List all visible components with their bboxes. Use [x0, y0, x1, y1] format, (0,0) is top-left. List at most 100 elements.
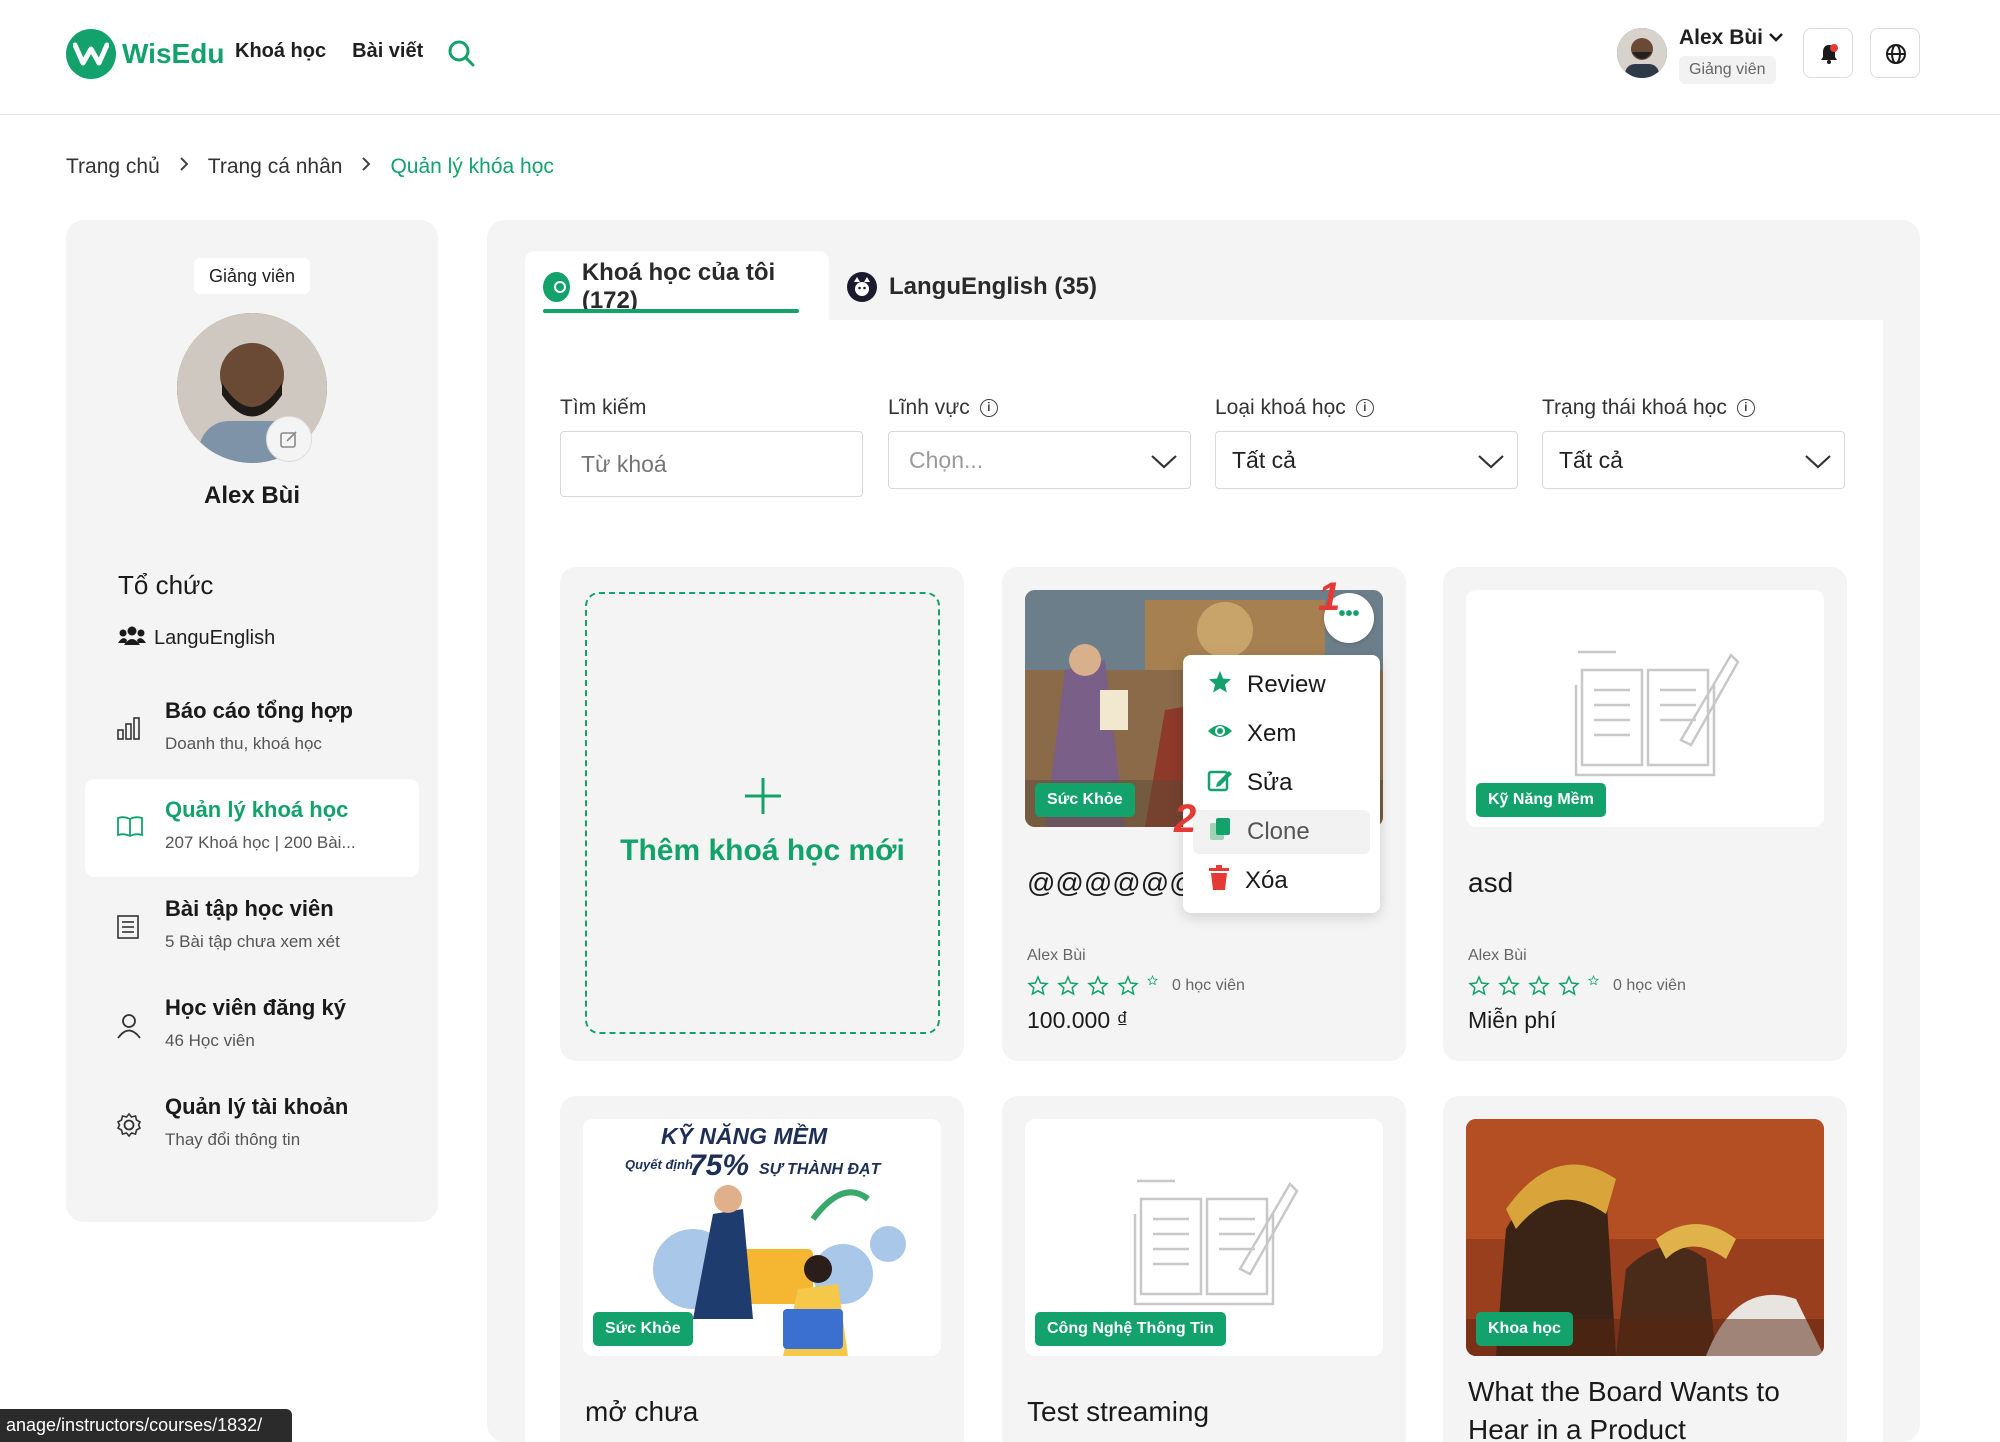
info-icon[interactable]: i — [1736, 399, 1755, 417]
menu-item-clone[interactable]: Clone — [1193, 810, 1370, 854]
sidebar-item-reports[interactable]: Báo cáo tổng hợp Doanh thu, khoá học — [85, 680, 419, 778]
organization-heading: Tổ chức — [118, 570, 214, 600]
edit-avatar-button[interactable] — [266, 416, 312, 462]
nav-articles[interactable]: Bài viết — [352, 40, 423, 63]
course-card[interactable]: Sức Khỏe ••• 1 @@@@@@ Alex Bùi 0 học viê… — [1002, 567, 1406, 1061]
notification-button[interactable] — [1803, 28, 1853, 78]
info-icon[interactable]: i — [1355, 399, 1374, 417]
user-avatar — [1617, 28, 1667, 78]
course-thumbnail: Khoa học — [1466, 1119, 1824, 1356]
course-type-value: Tất cả — [1232, 447, 1296, 473]
user-role-badge: Giảng viên — [1679, 56, 1776, 84]
organization-logo-icon — [847, 272, 877, 302]
course-price: Miễn phí — [1468, 1007, 1557, 1033]
search-icon[interactable] — [446, 38, 476, 73]
menu-item-view[interactable]: Xem — [1193, 712, 1370, 756]
field-select[interactable]: Chọn... — [888, 431, 1191, 489]
chevron-down-icon — [1478, 455, 1504, 469]
user-name: Alex Bùi — [1679, 26, 1764, 49]
profile-sidebar: Giảng viên Alex Bùi Tổ chức LanguEnglish… — [66, 220, 438, 1222]
menu-item-edit[interactable]: Sửa — [1193, 761, 1370, 805]
info-icon[interactable]: i — [979, 399, 998, 417]
document-icon — [116, 914, 140, 945]
tab-languenglish[interactable]: LanguEnglish (35) — [829, 251, 1115, 323]
profile-name: Alex Bùi — [203, 482, 301, 509]
course-card[interactable]: KỸ NĂNG MỀM Quyết định 75% SỰ THÀNH ĐẠT … — [560, 1096, 964, 1442]
annotation-marker: 1 — [1318, 575, 1341, 619]
tab-my-courses[interactable]: Khoá học của tôi (172) — [525, 251, 829, 323]
sidebar-item-assignments[interactable]: Bài tập học viên 5 Bài tập chưa xem xét — [85, 878, 419, 976]
edit-icon — [1207, 767, 1233, 800]
add-course-dropzone[interactable]: Thêm khoá học mới — [585, 592, 940, 1034]
nav-courses[interactable]: Khoá học — [235, 40, 326, 63]
course-status-select[interactable]: Tất cả — [1542, 431, 1845, 489]
course-title[interactable]: mở chưa — [585, 1396, 698, 1428]
course-card[interactable]: Khoa học What the Board Wants to Hear in… — [1443, 1096, 1847, 1442]
menu-item-review[interactable]: Review — [1193, 663, 1370, 707]
menu-subtitle: 46 Học viên — [165, 1031, 255, 1050]
course-status-value: Tất cả — [1559, 447, 1623, 473]
menu-subtitle: Doanh thu, khoá học — [165, 734, 322, 753]
search-label: Tìm kiếm — [560, 396, 646, 420]
organization-name: LanguEnglish — [154, 626, 276, 649]
eye-icon — [1207, 720, 1233, 748]
main-nav: Khoá học Bài viết — [235, 40, 423, 63]
menu-title: Học viên đăng ký — [165, 995, 346, 1020]
course-type-label-text: Loại khoá học — [1215, 396, 1346, 419]
star-icon — [1207, 669, 1233, 702]
top-header: WisEdu Khoá học Bài viết Alex Bùi Giảng … — [0, 0, 2000, 115]
organization-item[interactable]: LanguEnglish — [118, 625, 275, 651]
course-tabs: Khoá học của tôi (172) LanguEnglish (35) — [525, 251, 1883, 323]
logo[interactable]: WisEdu — [66, 29, 224, 79]
field-label-text: Lĩnh vực — [888, 396, 970, 419]
course-card[interactable]: Công Nghệ Thông Tin Test streaming — [1002, 1096, 1406, 1442]
menu-item-delete[interactable]: Xóa — [1193, 859, 1370, 903]
course-title[interactable]: @@@@@@ — [1027, 867, 1198, 899]
logo-icon — [66, 29, 116, 79]
bar-chart-icon — [116, 716, 142, 745]
user-icon — [116, 1013, 142, 1044]
course-rating: 0 học viên — [1468, 975, 1686, 997]
category-tag: Kỹ Năng Mềm — [1476, 783, 1606, 817]
course-actions-menu: Review Xem Sửa Clone Xóa — [1183, 655, 1380, 913]
logo-text: WisEdu — [122, 38, 225, 69]
menu-item-label: Review — [1247, 671, 1326, 698]
sidebar-item-students[interactable]: Học viên đăng ký 46 Học viên — [85, 977, 419, 1075]
star-rating-icon — [1468, 975, 1599, 996]
course-type-select[interactable]: Tất cả — [1215, 431, 1518, 489]
status-bar-url: anage/instructors/courses/1832/ — [0, 1409, 292, 1442]
field-label: Lĩnh vực i — [888, 396, 998, 420]
course-thumbnail: KỸ NĂNG MỀM Quyết định 75% SỰ THÀNH ĐẠT … — [583, 1119, 941, 1356]
breadcrumb-home[interactable]: Trang chủ — [66, 155, 160, 179]
category-tag: Sức Khỏe — [593, 1312, 693, 1346]
plus-icon — [587, 776, 938, 821]
poster-tail: SỰ THÀNH ĐẠT — [759, 1161, 881, 1178]
search-input[interactable] — [560, 431, 863, 497]
breadcrumb-profile[interactable]: Trang cá nhân — [208, 155, 343, 179]
course-title[interactable]: What the Board Wants to — [1468, 1376, 1780, 1408]
main-panel: Khoá học của tôi (172) LanguEnglish (35)… — [487, 220, 1920, 1442]
search-label-text: Tìm kiếm — [560, 396, 647, 419]
menu-item-label: Clone — [1247, 818, 1310, 845]
menu-title: Quản lý khoá học — [165, 797, 349, 822]
category-tag: Sức Khỏe — [1035, 783, 1135, 817]
chevron-right-icon — [178, 155, 190, 179]
course-title-line2[interactable]: Hear in a Product — [1468, 1414, 1686, 1442]
sidebar-item-course-management[interactable]: Quản lý khoá học 207 Khoá học | 200 Bài.… — [85, 779, 419, 877]
users-icon — [118, 625, 146, 651]
course-rating: 0 học viên — [1027, 975, 1245, 997]
language-button[interactable] — [1870, 28, 1920, 78]
annotation-marker: 2 — [1174, 797, 1197, 841]
course-title[interactable]: asd — [1468, 867, 1513, 899]
course-card[interactable]: Kỹ Năng Mềm asd Alex Bùi 0 học viên Miễn… — [1443, 567, 1847, 1061]
course-title[interactable]: Test streaming — [1027, 1396, 1209, 1428]
breadcrumb-current: Quản lý khóa học — [390, 155, 554, 178]
sidebar-item-account[interactable]: Quản lý tài khoản Thay đổi thông tin — [85, 1076, 419, 1174]
trash-icon — [1207, 864, 1231, 898]
student-count: 0 học viên — [1172, 977, 1245, 994]
menu-subtitle: 5 Bài tập chưa xem xét — [165, 932, 340, 951]
role-badge: Giảng viên — [194, 258, 310, 294]
menu-item-label: Xóa — [1245, 867, 1288, 894]
add-course-card[interactable]: Thêm khoá học mới — [560, 567, 964, 1061]
menu-subtitle: Thay đổi thông tin — [165, 1130, 301, 1149]
